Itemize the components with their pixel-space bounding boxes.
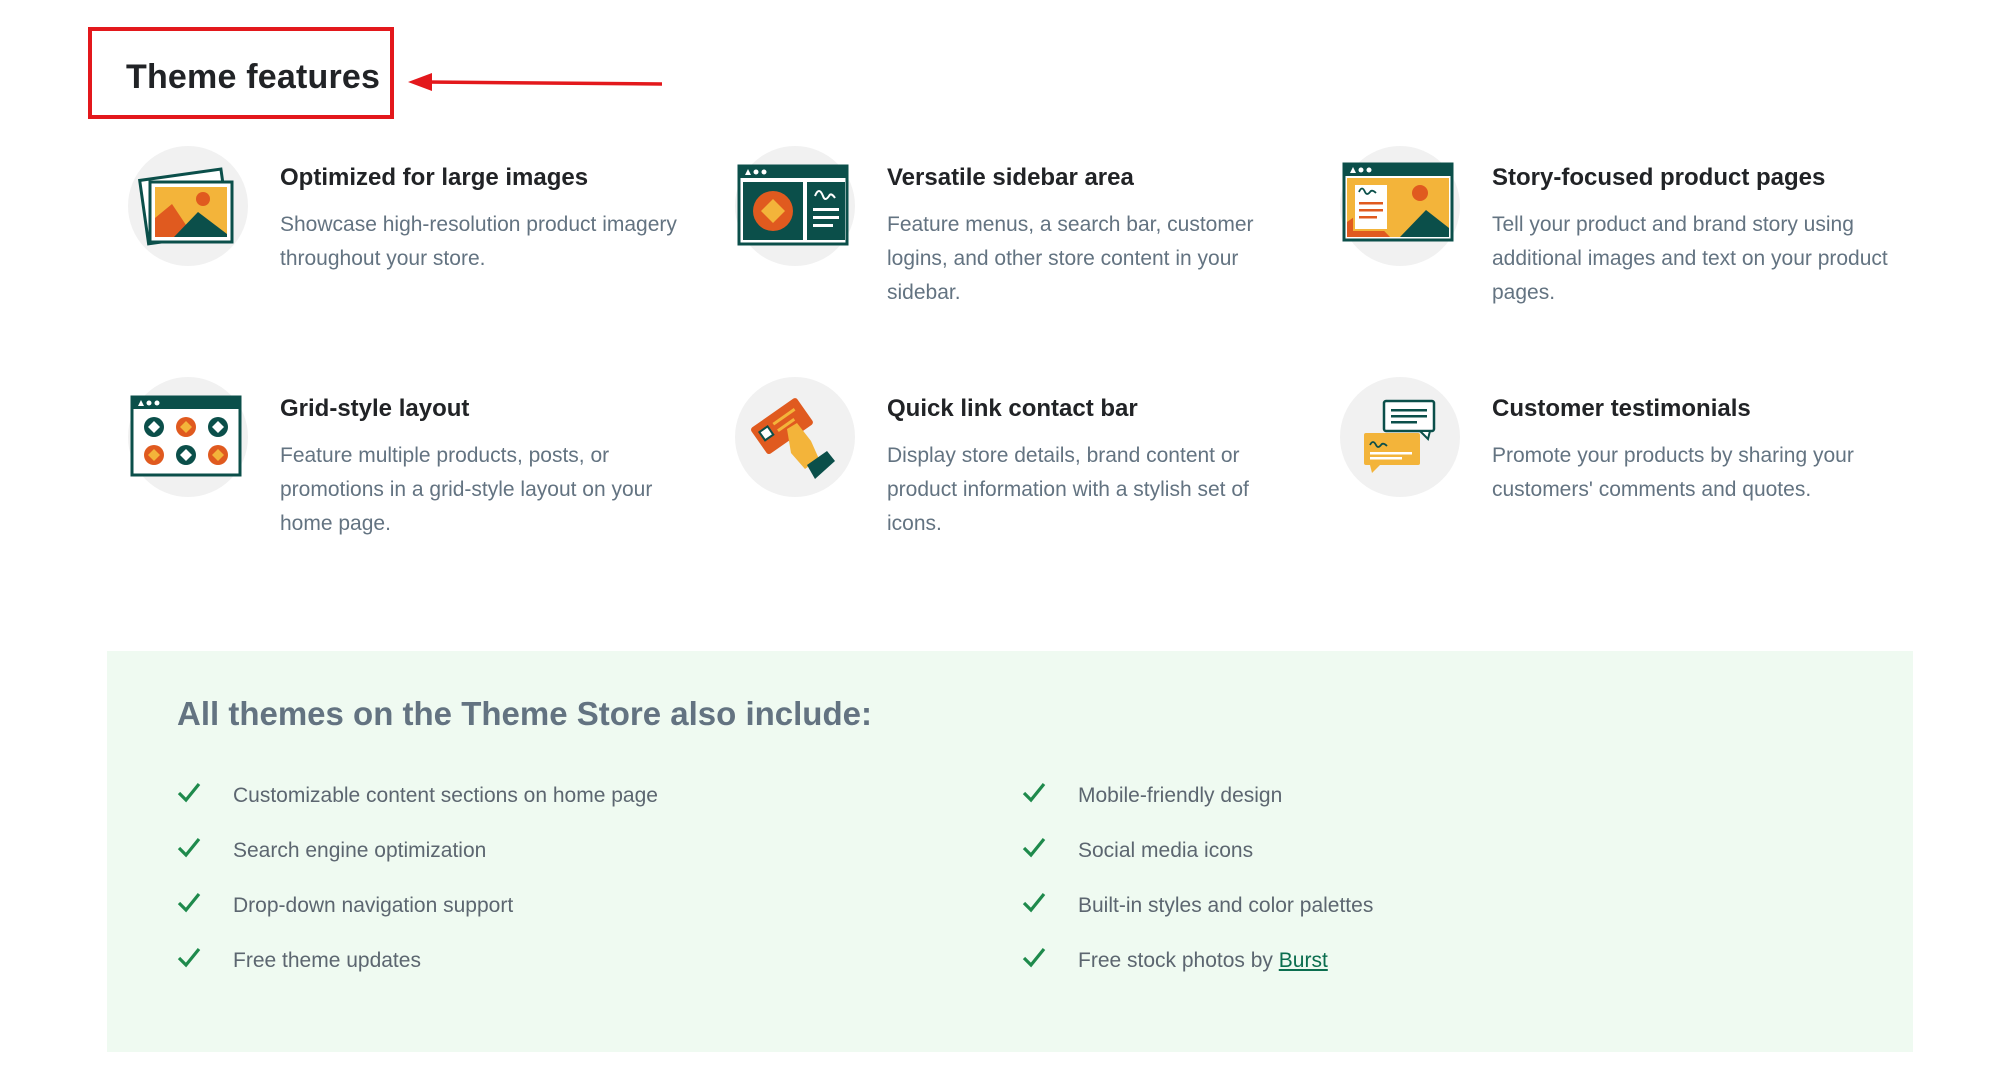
burst-link[interactable]: Burst [1279, 949, 1328, 972]
feature-description: Tell your product and brand story using … [1492, 213, 1888, 304]
check-icon [177, 837, 201, 858]
check-icon [177, 892, 201, 913]
check-icon [1022, 837, 1046, 858]
feature-testimonials: Customer testimonials Promote your produ… [1340, 377, 1940, 587]
list-item: Mobile-friendly design [1022, 779, 1373, 834]
feature-story-pages: Story-focused product pages Tell your pr… [1340, 146, 1940, 356]
annotation-arrow-icon [408, 73, 662, 91]
feature-title: Optimized for large images [280, 164, 589, 191]
list-item-label: Search engine optimization [233, 839, 487, 862]
feature-contact-bar: Quick link contact bar Display store det… [735, 377, 1335, 587]
check-icon [1022, 892, 1046, 913]
list-item: Drop-down navigation support [177, 889, 658, 944]
large-images-icon [128, 146, 248, 266]
feature-title: Versatile sidebar area [887, 164, 1134, 191]
includes-title: All themes on the Theme Store also inclu… [177, 695, 872, 732]
list-item-label: Free theme updates [233, 949, 421, 972]
list-item-label: Social media icons [1078, 839, 1254, 862]
feature-title: Story-focused product pages [1492, 164, 1826, 191]
feature-description: Display store details, brand content or … [887, 444, 1249, 535]
feature-description: Feature multiple products, posts, or pro… [280, 444, 653, 535]
includes-panel: All themes on the Theme Store also inclu… [107, 651, 1913, 1052]
list-item: Search engine optimization [177, 834, 658, 889]
list-item-label: Drop-down navigation support [233, 894, 514, 917]
feature-sidebar: Versatile sidebar area Feature menus, a … [735, 146, 1335, 356]
check-icon [177, 947, 201, 968]
feature-description: Promote your products by sharing your cu… [1492, 444, 1854, 501]
feature-title: Customer testimonials [1492, 395, 1751, 422]
sidebar-icon [735, 146, 855, 266]
list-item: Built-in styles and color palettes [1022, 889, 1373, 944]
includes-list-left: Customizable content sections on home pa… [177, 779, 658, 999]
check-icon [1022, 947, 1046, 968]
check-icon [177, 782, 201, 803]
page: Theme features Optimized for large image… [0, 0, 1999, 1077]
list-item-label: Built-in styles and color palettes [1078, 894, 1374, 917]
page-title: Theme features [126, 58, 381, 96]
feature-grid-layout: Grid-style layout Feature multiple produ… [128, 377, 728, 587]
feature-description: Showcase high-resolution product imagery… [280, 213, 677, 270]
includes-list-right: Mobile-friendly design Social media icon… [1022, 779, 1373, 999]
feature-description: Feature menus, a search bar, customer lo… [887, 213, 1254, 304]
feature-large-images: Optimized for large images Showcase high… [128, 146, 728, 356]
grid-layout-icon [128, 377, 248, 497]
list-item: Social media icons [1022, 834, 1373, 889]
list-item: Customizable content sections on home pa… [177, 779, 658, 834]
feature-title: Grid-style layout [280, 395, 470, 422]
list-item-label: Customizable content sections on home pa… [233, 784, 658, 807]
check-icon [1022, 782, 1046, 803]
contact-bar-icon [735, 377, 855, 497]
testimonials-icon [1340, 377, 1460, 497]
list-item-label: Mobile-friendly design [1078, 784, 1283, 807]
story-page-icon [1340, 146, 1460, 266]
list-item-label: Free stock photos by [1078, 949, 1279, 972]
list-item: Free stock photos by Burst [1022, 944, 1373, 999]
list-item: Free theme updates [177, 944, 658, 999]
feature-title: Quick link contact bar [887, 395, 1138, 422]
